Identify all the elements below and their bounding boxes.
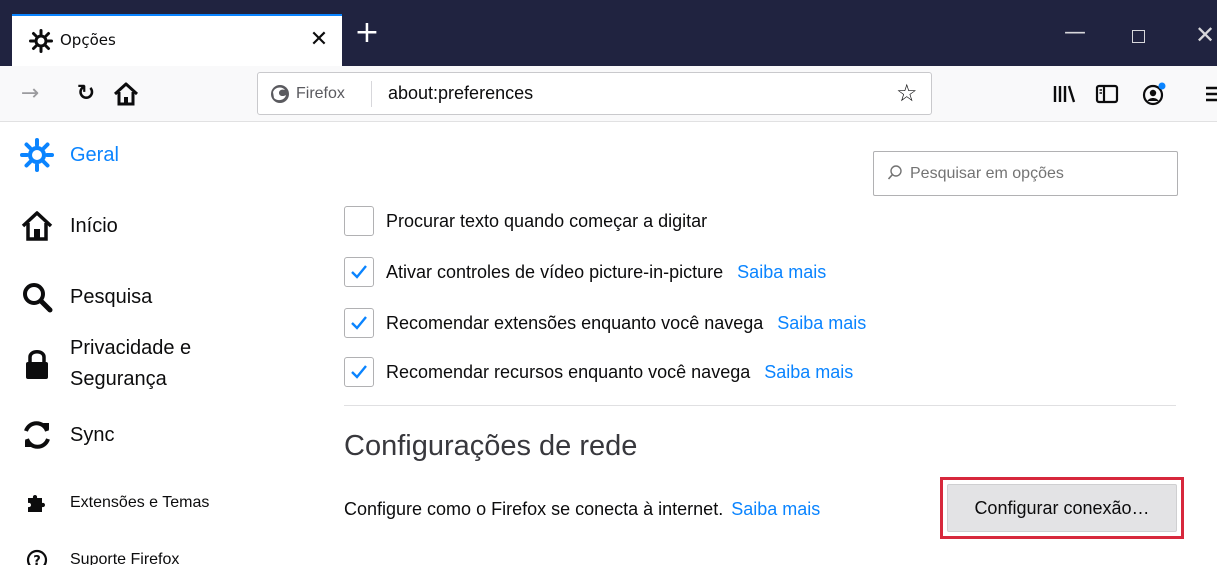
option-label: Ativar controles de vídeo picture-in-pic… <box>386 261 724 282</box>
sidebar-item-label-line1: Privacidade e <box>70 337 192 359</box>
preferences-search-box[interactable] <box>873 151 1178 196</box>
network-description-text: Configure como o Firefox se conecta à in… <box>344 499 724 519</box>
title-bar: Opções ✕ + — ✕ <box>0 0 1217 66</box>
option-recommend-extensions[interactable]: Recomendar extensões enquanto você naveg… <box>344 308 866 338</box>
sidebar-item-label: Início <box>70 214 118 237</box>
sidebar-item-support[interactable]: ? Suporte Firefox <box>20 543 179 565</box>
section-divider <box>344 405 1176 406</box>
sidebar-item-label-line2: Segurança <box>70 368 167 390</box>
sidebar-item-label: Sync <box>70 423 115 446</box>
sidebar-item-addons[interactable]: Extensões e Temas <box>20 486 209 520</box>
puzzle-icon <box>28 495 45 512</box>
checkbox-checked[interactable] <box>344 308 374 338</box>
home-icon <box>21 211 53 241</box>
identity-box[interactable]: Firefox <box>270 82 345 106</box>
home-button[interactable] <box>110 78 142 110</box>
learn-more-link[interactable]: Saiba mais <box>764 362 853 383</box>
help-icon: ? <box>26 549 48 565</box>
option-recommend-features[interactable]: Recomendar recursos enquanto você navega… <box>344 357 853 387</box>
option-label: Recomendar extensões enquanto você naveg… <box>386 312 764 333</box>
library-icon[interactable] <box>1048 78 1080 110</box>
sidebar-item-privacy[interactable]: Privacidade e Segurança <box>20 333 191 395</box>
search-icon <box>23 283 53 313</box>
tab-title: Opções <box>60 31 116 49</box>
gear-icon <box>20 138 54 172</box>
network-settings-heading: Configurações de rede <box>344 430 638 462</box>
tab-options[interactable]: Opções ✕ <box>12 14 342 66</box>
sidebar-item-search[interactable]: Pesquisa <box>20 280 152 314</box>
svg-text:?: ? <box>33 554 41 565</box>
option-label: Procurar texto quando começar a digitar <box>386 210 708 231</box>
new-tab-button[interactable]: + <box>352 18 382 48</box>
option-picture-in-picture[interactable]: Ativar controles de vídeo picture-in-pic… <box>344 257 826 287</box>
learn-more-link[interactable]: Saiba mais <box>731 499 820 520</box>
checkmark-icon <box>351 265 367 279</box>
checkmark-icon <box>351 316 367 330</box>
forward-button[interactable]: → <box>14 78 46 110</box>
learn-more-link[interactable]: Saiba mais <box>777 313 866 334</box>
reload-button[interactable]: ↻ <box>70 78 102 110</box>
maximize-button[interactable] <box>1132 30 1145 43</box>
search-input[interactable] <box>910 161 1165 187</box>
account-icon[interactable] <box>1138 78 1170 110</box>
learn-more-link[interactable]: Saiba mais <box>737 262 826 283</box>
firefox-logo-icon <box>271 85 289 103</box>
sidebar-item-label: Pesquisa <box>70 285 153 308</box>
sidebar-item-sync[interactable]: Sync <box>20 418 114 452</box>
navigation-toolbar: → ↻ Firefox about:preferences ☆ <box>0 66 1217 122</box>
sidebar-item-label: Suporte Firefox <box>70 551 180 565</box>
checkmark-icon <box>351 365 367 379</box>
sidebar-item-label: Geral <box>70 143 119 166</box>
minimize-button[interactable]: — <box>1060 20 1090 50</box>
tab-close-button[interactable]: ✕ <box>304 25 334 55</box>
url-separator <box>371 81 372 107</box>
sidebar-item-home[interactable]: Início <box>20 209 118 243</box>
sidebar-item-label: Privacidade e Segurança <box>70 333 191 395</box>
window-close-button[interactable]: ✕ <box>1195 20 1217 50</box>
network-description: Configure como o Firefox se conecta à in… <box>344 499 820 520</box>
url-text[interactable]: about:preferences <box>388 83 533 104</box>
sync-icon <box>24 421 50 449</box>
sidebar-item-general[interactable]: Geral <box>20 138 119 172</box>
gear-icon <box>29 29 53 53</box>
option-label: Recomendar recursos enquanto você navega <box>386 361 751 382</box>
search-icon <box>887 165 902 180</box>
identity-label: Firefox <box>296 85 345 102</box>
checkbox-checked[interactable] <box>344 257 374 287</box>
lock-icon <box>26 350 48 379</box>
connection-settings-button[interactable]: Configurar conexão… <box>947 484 1177 532</box>
checkbox-checked[interactable] <box>344 357 374 387</box>
url-bar[interactable]: Firefox about:preferences ☆ <box>257 72 932 115</box>
bookmark-star-icon[interactable]: ☆ <box>896 79 918 107</box>
option-find-as-you-type[interactable]: Procurar texto quando começar a digitar <box>344 206 707 236</box>
sidebar-toggle-icon[interactable] <box>1091 78 1123 110</box>
checkbox-unchecked[interactable] <box>344 206 374 236</box>
sidebar-item-label: Extensões e Temas <box>70 494 210 511</box>
menu-icon[interactable] <box>1200 78 1217 110</box>
preferences-sidebar: Geral Início Pesquisa Privacidade e Segu… <box>0 123 300 565</box>
